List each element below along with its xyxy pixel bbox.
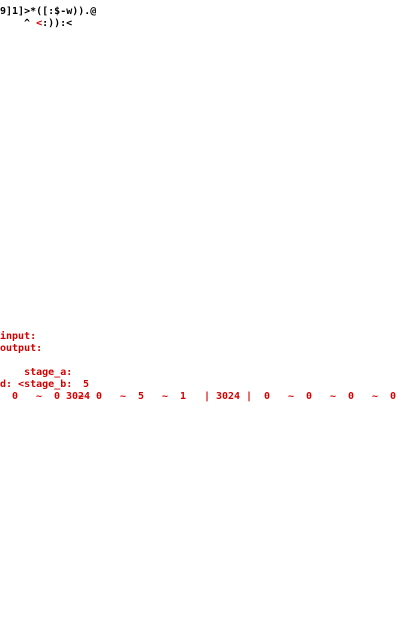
tape-cell: 0 — [348, 391, 355, 402]
status-panel: input: output: stage_a: 5 stage_b: 3024 … — [0, 331, 90, 402]
tape-separator: ~ — [36, 391, 43, 402]
memory-tape: 0 ~ 0 ~ 0 ~ 5 ~ 1 | 3024 | 0 ~ 0 ~ 0 ~ 0 — [0, 391, 400, 403]
tape-separator: ~ — [288, 391, 295, 402]
cursor-rest: :)):< — [42, 18, 73, 29]
tape-separator: ~ — [120, 391, 127, 402]
tape-cell: 5 — [138, 391, 145, 402]
cursor-caret: ^ — [24, 18, 31, 29]
tape-cell: 0 — [54, 391, 61, 402]
program-code-line: 9]1]>*([:$-w)).@ — [0, 6, 97, 17]
tape-cell: 0 — [96, 391, 103, 402]
cursor-row: ^ <:)):< — [24, 18, 72, 30]
tape-separator: ~ — [78, 391, 85, 402]
tape-separator: ~ — [330, 391, 337, 402]
stage-b-row: stage_b: 3024 — [0, 367, 90, 402]
stage-b-label: stage_b: — [24, 379, 73, 390]
tape-pointer-right: | — [246, 391, 253, 402]
tape-cell: 0 — [264, 391, 271, 402]
tape-current-cell: 3024 — [216, 391, 241, 402]
tape-pointer-left: | — [204, 391, 211, 402]
tape-separator: ~ — [372, 391, 379, 402]
tape-separator: ~ — [162, 391, 169, 402]
input-label: input: — [0, 331, 37, 342]
stage-a-row: stage_a: 5 — [0, 355, 89, 390]
output-label: output: — [0, 343, 43, 354]
tape-cell: 0 — [390, 391, 397, 402]
stage-a-value: 5 — [83, 379, 90, 390]
tape-cell: 0 — [12, 391, 19, 402]
tape-cell: 0 — [306, 391, 313, 402]
tape-cell: 1 — [180, 391, 187, 402]
